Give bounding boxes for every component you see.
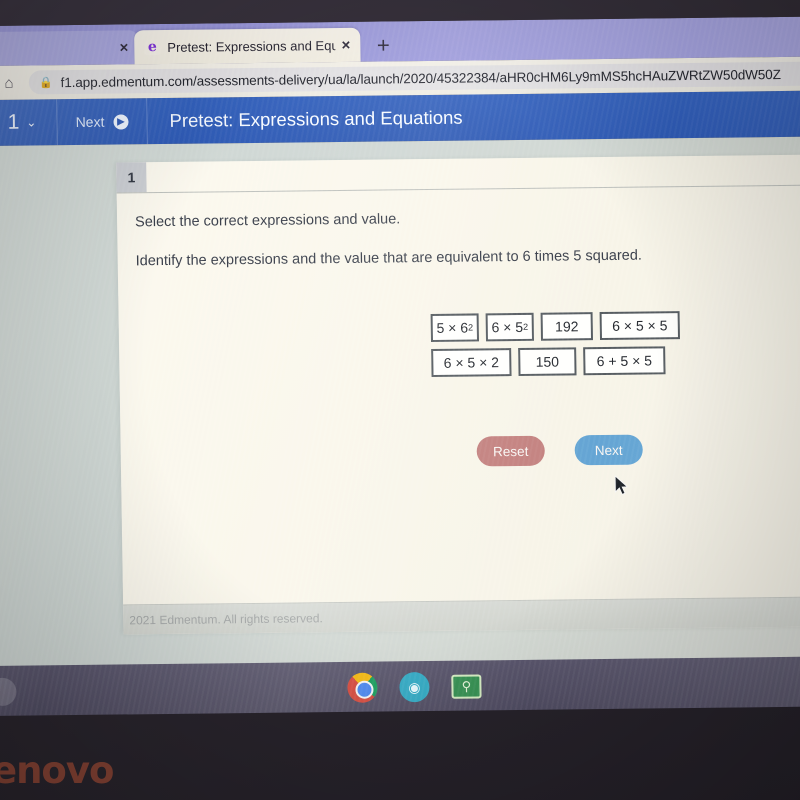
action-buttons: Reset Next [476, 434, 643, 467]
close-icon[interactable]: × [119, 39, 128, 56]
browser-tab-background[interactable]: ools × [0, 30, 139, 67]
address-bar[interactable]: 🔒 f1.app.edmentum.com/assessments-delive… [28, 61, 800, 95]
answer-tile-label: 192 [554, 318, 579, 335]
url-text: f1.app.edmentum.com/assessments-delivery… [60, 66, 781, 90]
answer-tile-exponent: 2 [467, 322, 474, 333]
os-shelf: ◉ ⚲ [0, 656, 800, 716]
reset-button[interactable]: Reset [476, 435, 545, 467]
answer-tile-label: 6 × 5 × 2 [443, 354, 500, 371]
eye-icon-glyph: ◉ [408, 678, 421, 695]
question-instruction: Select the correct expressions and value… [134, 211, 401, 231]
question-card: 1 Select the correct expressions and val… [116, 154, 800, 635]
assessment-title: Pretest: Expressions and Equations [169, 106, 463, 131]
home-icon[interactable]: ⌂ [0, 74, 29, 91]
chevron-down-icon: ⌄ [26, 115, 37, 130]
chrome-icon[interactable] [347, 672, 378, 703]
answer-tile-label: 5 × 6 [436, 319, 469, 336]
launcher-button[interactable] [0, 677, 17, 707]
footer: 2021 Edmentum. All rights reserved. [123, 595, 800, 635]
answer-tiles: 5 × 626 × 5 2 192 6 × 5 × 5 6 × 5 × 2 150 6 +… [430, 311, 681, 377]
page-body: 1 Select the correct expressions and val… [0, 136, 800, 680]
lock-icon: 🔒 [38, 76, 53, 89]
answer-tile-exponent: 2 [522, 321, 529, 332]
laptop-photo: ools × e Pretest: Expressions and Equati… [0, 0, 800, 800]
answer-tile[interactable]: 5 × 62 [430, 313, 480, 342]
answer-tile[interactable]: 6 × 5 × 5 [599, 311, 681, 341]
classroom-icon-glyph: ⚲ [461, 678, 472, 694]
answer-tile-label: 150 [535, 353, 560, 370]
question-selector[interactable]: 1 ⌄ [0, 99, 58, 146]
answer-tile-label: 6 × 5 [491, 318, 524, 336]
question-number-badge: 1 [116, 162, 147, 193]
header-next-label: Next [75, 113, 105, 130]
question-selector-number: 1 [7, 110, 20, 134]
arrow-right-icon: ▶ [113, 113, 129, 130]
answer-tile[interactable]: 6 × 52 [485, 312, 535, 342]
browser-tab-active[interactable]: e Pretest: Expressions and Equatio × [134, 27, 361, 65]
answer-tile[interactable]: 192 [540, 312, 594, 341]
next-button[interactable]: Next [574, 434, 643, 466]
eye-icon[interactable]: ◉ [399, 672, 430, 703]
answer-tile-row: 5 × 626 × 5 2 192 6 × 5 × 5 [430, 311, 681, 342]
answer-tile[interactable]: 150 [518, 347, 577, 376]
edmentum-favicon-icon: e [144, 39, 161, 56]
answer-tile-row: 6 × 5 × 2 150 6 + 5 × 5 [431, 346, 680, 377]
browser-tab-label: ools [0, 40, 114, 57]
answer-tile-label: 6 × 5 × 5 [612, 317, 668, 334]
header-next-button[interactable]: Next ▶ [57, 98, 148, 146]
answer-tile[interactable]: 6 + 5 × 5 [583, 346, 666, 376]
google-classroom-icon[interactable]: ⚲ [451, 674, 482, 699]
answer-tile-label: 6 + 5 × 5 [596, 352, 653, 370]
answer-tile[interactable]: 6 × 5 × 2 [431, 348, 512, 377]
close-icon[interactable]: × [341, 36, 350, 53]
new-tab-button[interactable]: + [370, 32, 396, 59]
device-brand-logo: enovo [0, 749, 114, 792]
question-prompt: Identify the expressions and the value t… [135, 247, 643, 270]
divider [116, 184, 800, 194]
copyright-text: 2021 Edmentum. All rights reserved. [129, 610, 323, 627]
screen: ools × e Pretest: Expressions and Equati… [0, 16, 800, 716]
browser-tab-label: Pretest: Expressions and Equatio [167, 37, 336, 55]
